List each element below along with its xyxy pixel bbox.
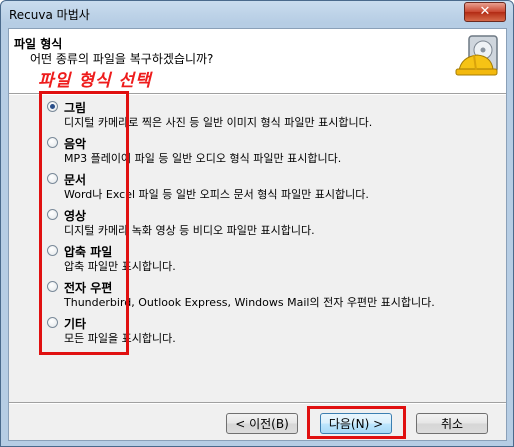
recuva-wizard-window: Recuva 마법사 ✕ 파일 형식 어떤 종류의 파일을 복구하겠습니까? 파… [0,0,514,447]
cancel-button[interactable]: 취소 [416,413,488,434]
recuva-hardhat-drive-logo [455,35,498,76]
window-title: Recuva 마법사 [9,8,90,22]
footer-separator [9,402,506,404]
next-highlight-box [307,406,406,439]
title-bar[interactable]: Recuva 마법사 ✕ [1,1,513,27]
back-button[interactable]: < 이전(B) [226,413,298,434]
wizard-client-area: 파일 형식 어떤 종류의 파일을 복구하겠습니까? 파일 형식 선택 그림 디지… [8,28,507,441]
wizard-header: 파일 형식 어떤 종류의 파일을 복구하겠습니까? 파일 형식 선택 [9,29,506,93]
options-highlight-box [39,91,129,355]
page-subtitle: 어떤 종류의 파일을 복구하겠습니까? [30,52,214,66]
close-button[interactable]: ✕ [464,2,506,22]
annotation-text: 파일 형식 선택 [38,71,152,91]
